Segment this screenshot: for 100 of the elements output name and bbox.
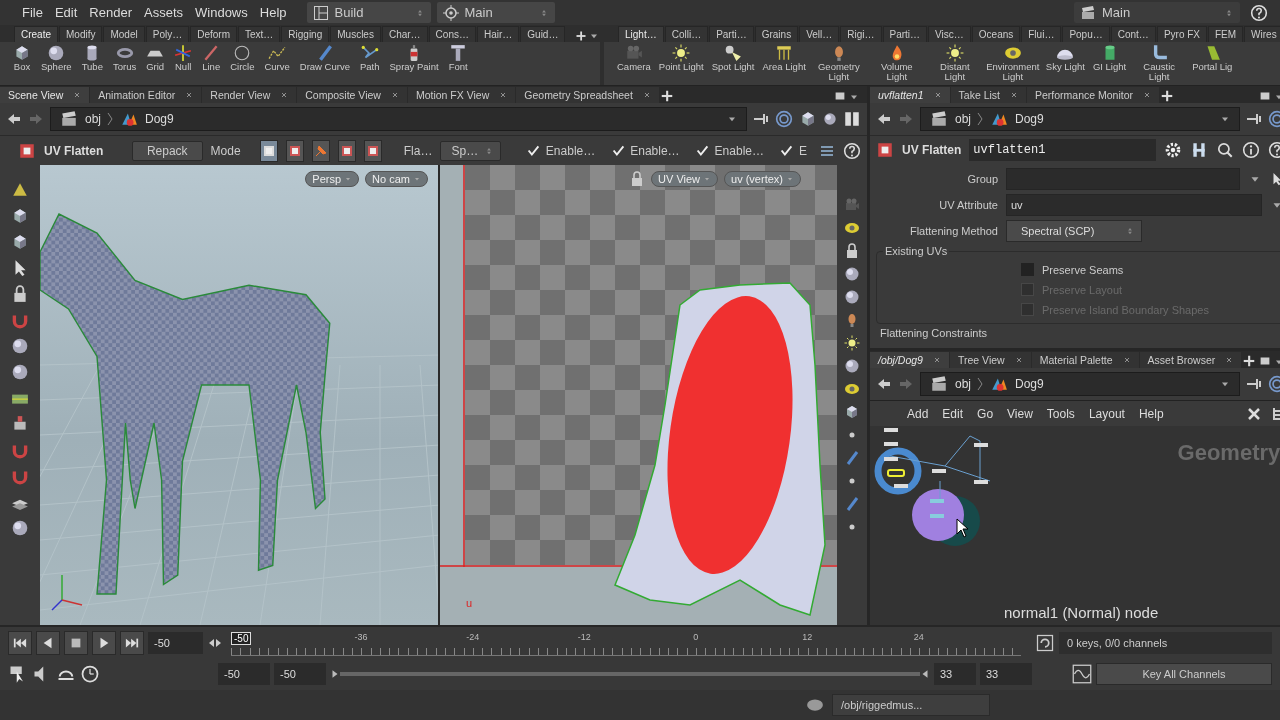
range-start-field[interactable]: -50 (274, 663, 326, 686)
menu-item[interactable]: Render (83, 5, 138, 20)
toggle[interactable]: Enable… (691, 143, 768, 158)
checkbox[interactable] (780, 143, 794, 158)
shelf-tool[interactable]: Null (171, 44, 196, 72)
pane-tab[interactable]: Render View (202, 87, 297, 103)
timeline-ruler[interactable]: -50 -36 -24 -12 0 12 24 (231, 629, 1021, 656)
sphere-icon[interactable] (844, 266, 860, 282)
shelf-tool[interactable]: Curve (261, 44, 293, 72)
context-dropdown[interactable]: Main (436, 2, 555, 23)
uv-viewport[interactable]: UV View uv (vertex) u (440, 165, 837, 625)
waveform-icon[interactable] (1072, 664, 1092, 685)
path-bar[interactable]: obj Dog9 (920, 372, 1241, 396)
step-back-button[interactable] (36, 630, 60, 655)
network-node[interactable] (884, 442, 898, 446)
shelf-tool[interactable]: Portal Lig (1189, 44, 1236, 72)
cube-icon[interactable] (11, 233, 29, 251)
add-tab-icon[interactable] (575, 30, 587, 42)
refresh-icon[interactable] (1035, 632, 1055, 653)
network-node[interactable] (930, 514, 944, 518)
skip-start-button[interactable] (8, 630, 32, 655)
sphere-icon[interactable] (844, 289, 860, 305)
shelf-tab[interactable]: Wires (1244, 26, 1280, 42)
shelf-tool[interactable]: Area Light (759, 44, 809, 72)
shelf-tab[interactable]: Rigging (281, 26, 330, 42)
help-icon[interactable] (1250, 3, 1268, 22)
play-button[interactable] (92, 630, 116, 655)
shelf-tool[interactable]: Tube (78, 44, 106, 72)
select-icon[interactable] (260, 139, 279, 162)
help-icon[interactable] (843, 141, 861, 160)
shelf-tab[interactable]: Deform (190, 26, 237, 42)
method-dropdown[interactable]: Spectral (SCP) (1006, 219, 1142, 242)
shelf-tab[interactable]: Create (14, 26, 58, 42)
uv-attribute-menu[interactable]: uv (vertex) (724, 171, 801, 187)
shelf-tool[interactable]: Caustic Light (1131, 44, 1188, 82)
shelf-tool[interactable]: Torus (109, 44, 140, 72)
shelf-tool[interactable]: Spot Light (708, 44, 758, 72)
shelf-tab[interactable]: Popu… (1062, 26, 1110, 42)
shelf-tab[interactable]: FEM (1208, 26, 1244, 42)
pane-tab[interactable]: Tree View (949, 352, 1031, 368)
shelf-tool[interactable]: Distant Light (926, 44, 983, 82)
shelf-tab[interactable]: Poly… (145, 26, 190, 42)
shelf-tool[interactable]: Geometry Light (810, 44, 867, 82)
add-tab-icon[interactable] (659, 89, 674, 103)
key-all-channels-button[interactable]: Key All Channels (1096, 663, 1272, 686)
sphere-icon[interactable] (11, 519, 29, 537)
shelf-tool[interactable]: Environment Light (984, 44, 1041, 82)
sun-icon[interactable] (844, 335, 860, 351)
skip-end-button[interactable] (120, 630, 144, 655)
shelf-tab[interactable]: Colli… (664, 26, 709, 42)
shelf-tab[interactable]: Hair… (476, 26, 520, 42)
shelf-tool[interactable]: Camera (614, 44, 654, 72)
shelf-tab[interactable]: Oceans (971, 26, 1021, 42)
cone-icon[interactable] (11, 181, 29, 199)
uv-view-menu[interactable]: UV View (651, 171, 719, 187)
shelf-tool[interactable]: Sphere (38, 44, 75, 72)
stop-button[interactable] (64, 630, 88, 655)
sphere-icon[interactable] (11, 337, 29, 355)
network-node[interactable] (887, 469, 905, 477)
method-dropdown[interactable]: Sp… (440, 140, 502, 161)
shelf-tab[interactable]: Guid… (520, 26, 566, 42)
sphere-icon[interactable] (844, 358, 860, 374)
pane-tab[interactable]: Scene View (0, 87, 90, 103)
pane-tab[interactable]: Asset Browser (1139, 352, 1242, 368)
toggle[interactable]: Enable… (607, 143, 684, 158)
split-layout-icon[interactable] (843, 110, 861, 128)
node-name-field[interactable]: uvflatten1 (969, 138, 1157, 161)
shelf-tab[interactable]: Parti… (709, 26, 754, 42)
shelf-tab[interactable]: Grains (754, 26, 799, 42)
menu-item[interactable]: Assets (138, 5, 189, 20)
network-node[interactable] (974, 480, 988, 484)
menu-item[interactable]: Edit (935, 406, 971, 421)
shelf-tool[interactable]: Draw Curve (296, 44, 353, 72)
pane-tab[interactable]: Geometry Spreadsheet (516, 87, 659, 103)
frame-field[interactable]: -50 (148, 631, 203, 654)
shelf-tab[interactable]: Light… (618, 26, 664, 42)
lock-icon[interactable] (844, 243, 860, 259)
checkbox[interactable] (695, 143, 710, 158)
pane-tab[interactable]: Motion FX View (407, 87, 516, 103)
pane-tab[interactable]: /obj/Dog9 (870, 352, 949, 368)
shelf-tool[interactable]: Grid (143, 44, 168, 72)
back-arrow-icon[interactable] (876, 376, 892, 392)
shelf-tab[interactable]: Parti… (882, 26, 928, 42)
path-crumb[interactable]: Dog9 (1015, 377, 1044, 391)
menu-item[interactable]: Help (253, 5, 293, 20)
path-crumb[interactable]: obj (955, 112, 971, 126)
end-frame-field[interactable]: 33 (980, 663, 1032, 686)
repack-button[interactable]: Repack (131, 140, 203, 161)
shelf-tool[interactable]: Box (10, 44, 34, 72)
network-node[interactable] (894, 484, 908, 488)
toggle[interactable]: Enable… (522, 143, 600, 158)
checkbox[interactable] (526, 143, 541, 158)
shelf-tab[interactable]: Pyro FX (1156, 26, 1207, 42)
target-rings-icon[interactable] (775, 110, 793, 128)
option-checkbox[interactable]: Preserve Seams (883, 262, 1278, 277)
shelf-tool[interactable]: Circle (227, 44, 258, 72)
parameter-field[interactable]: uv (1006, 193, 1263, 216)
shelf-tool[interactable]: Path (356, 44, 383, 72)
range-end-field[interactable]: 33 (934, 663, 976, 686)
shelf-tab[interactable]: Flui… (1021, 26, 1062, 42)
